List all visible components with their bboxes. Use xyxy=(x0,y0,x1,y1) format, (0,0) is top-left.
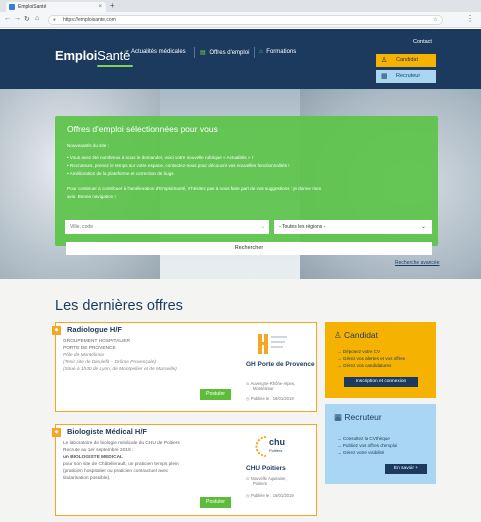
offer-text: titularisation possible). xyxy=(63,476,111,481)
tab-title: EmploiSanté xyxy=(18,4,47,10)
section-title: Les dernières offres xyxy=(55,298,183,314)
url-text: https://emploisante.com xyxy=(63,17,116,23)
close-tab-icon[interactable]: × xyxy=(98,2,102,12)
offer-text: PORTE DE PROVENCE xyxy=(63,346,116,351)
nav-divider xyxy=(254,47,255,58)
nav-actualites[interactable]: ⌂ Actualités médicales xyxy=(124,49,186,55)
building-icon: ▦ xyxy=(381,73,388,80)
recruteur-feature: → Gérez votre visibilité xyxy=(337,450,385,455)
hero-outro: avis. Bonne navigation ! xyxy=(67,194,116,199)
offer-text: (Tenir site de Dieulefit – Drôme Provenç… xyxy=(63,360,156,365)
browser-tab[interactable]: EmploiSanté × xyxy=(6,2,106,12)
plus-icon[interactable]: + xyxy=(110,1,115,10)
candidat-button[interactable]: ♙ Candidat xyxy=(376,54,436,67)
apply-button[interactable]: Postuler xyxy=(200,389,231,400)
candidat-feature: → Gérez vos candidatures xyxy=(337,363,392,368)
offer-text: Pôle de Montélimar xyxy=(63,353,105,358)
logo-underline xyxy=(97,65,133,67)
hero-bullet: • Vous avez été nombreux à nous le deman… xyxy=(67,155,253,160)
offer-title[interactable]: Biologiste Médical H/F xyxy=(67,427,147,436)
favicon-icon xyxy=(9,4,15,10)
company-logo: chu Poitiers xyxy=(246,433,298,460)
hero-outro: Pour continuer à contribuer à l'améliora… xyxy=(67,186,322,191)
nav-divider xyxy=(194,47,195,58)
building-icon: ▦ xyxy=(334,412,345,422)
recruteur-box-title: ▦ Recruteur xyxy=(334,412,382,422)
graduation-cap-icon: ⌂ xyxy=(259,49,263,55)
city-search-input[interactable] xyxy=(65,220,269,234)
company-name[interactable]: CHU Poitiers xyxy=(246,465,286,473)
offer-title[interactable]: Radiologue H/F xyxy=(67,325,122,334)
offer-card[interactable]: ◆ Radiologue H/F GROUPEMENT HOSPITALIER … xyxy=(52,322,317,412)
location-icon-row: ⊙ Nouvelle Aquitaine, Poitiers xyxy=(246,476,287,486)
user-icon: ♙ xyxy=(381,57,388,64)
lock-icon: ● xyxy=(53,17,57,23)
candidat-feature: → Gérez vos alertes et vos offres xyxy=(337,356,406,361)
recruteur-box: ▦ Recruteur → Consultez la CVthèque → Pu… xyxy=(325,404,436,484)
user-icon: ♙ xyxy=(334,330,344,340)
contact-link[interactable]: Contact xyxy=(413,39,432,45)
offer-text: un BIOLOGISTE MEDICAL xyxy=(63,455,123,460)
search-button[interactable]: Rechercher xyxy=(66,242,432,255)
offer-text: (Situé à 1h30 de Lyon, de Montpellier et… xyxy=(63,367,177,372)
hero-bullet: • Amélioration de la plateforme et corre… xyxy=(67,171,174,176)
home-icon[interactable]: ⌂ xyxy=(35,15,39,22)
hero-bullet: • Recruteurs, prenez le temps sur votre … xyxy=(67,163,290,168)
offer-card[interactable]: ◆ Biologiste Médical H/F Le laboratoire … xyxy=(52,424,317,516)
recruteur-feature: → Consultez la CVthèque xyxy=(337,436,390,441)
offer-text: Le laboratoire de biologie médicale du C… xyxy=(63,441,180,446)
apply-button[interactable]: Postuler xyxy=(200,497,231,508)
offer-badge-icon: ◆ xyxy=(52,326,61,335)
forward-icon[interactable]: → xyxy=(14,15,21,22)
hero-intro: Nouveautés du site : xyxy=(67,143,109,148)
posted-date: ◷ Publiée le : 16/01/2019 xyxy=(246,493,294,498)
back-icon[interactable]: ← xyxy=(4,15,11,22)
region-select[interactable]: - Toutes les régions - ⌄ xyxy=(274,220,432,234)
candidat-feature: → Déposez votre CV xyxy=(337,349,381,354)
offer-text: (praticien hospitalier ou praticien cont… xyxy=(63,469,169,474)
company-logo xyxy=(246,331,298,358)
list-icon: ▤ xyxy=(200,50,206,56)
offer-badge-icon: ◆ xyxy=(52,428,61,437)
advanced-search-link[interactable]: Recherche avancée xyxy=(395,260,439,266)
location-icon-row: ⊙ Auvergne-Rhône-Alpes, Montélimar xyxy=(246,381,296,391)
hero-title: Offres d'emploi sélectionnées pour vous xyxy=(67,124,218,134)
recruteur-feature: → Publiez vos offres d'emploi xyxy=(337,443,398,448)
url-input[interactable]: ● https://emploisante.com ☆ xyxy=(48,15,443,25)
offer-text: pour son site de Châtellerault, un prati… xyxy=(63,462,179,467)
candidat-box-title: ♙ Candidat xyxy=(334,330,379,340)
site-header: EmploiSanté ⌂ Actualités médicales ▤ Off… xyxy=(0,29,481,89)
learn-more-button[interactable]: En savoir + xyxy=(385,464,427,474)
reload-icon[interactable]: ↻ xyxy=(24,15,30,23)
signup-login-button[interactable]: Inscription et connexion xyxy=(344,377,418,387)
offer-text: GROUPEMENT HOSPITALIER xyxy=(63,339,130,344)
recruteur-button[interactable]: ▦ Recruteur xyxy=(376,70,436,83)
company-name[interactable]: GH Porte de Provence xyxy=(246,361,315,369)
chevron-down-icon: ⌄ xyxy=(261,224,266,230)
address-bar-row: ← → ↻ ⌂ ● https://emploisante.com ☆ ⋮ xyxy=(0,12,481,28)
home-icon: ⌂ xyxy=(124,49,128,55)
posted-date: ◷ Publiée le : 16/01/2019 xyxy=(246,396,294,401)
browser-menu-icon[interactable]: ⋮ xyxy=(466,14,474,23)
star-icon[interactable]: ☆ xyxy=(433,16,438,25)
hero-panel: Offres d'emploi sélectionnées pour vous … xyxy=(55,116,438,246)
chevron-down-icon: ⌄ xyxy=(420,224,426,230)
candidat-box: ♙ Candidat → Déposez votre CV → Gérez vo… xyxy=(325,322,436,398)
browser-tab-bar: EmploiSanté × + xyxy=(0,0,481,12)
nav-formations[interactable]: ⌂ Formations xyxy=(259,49,296,55)
site-logo[interactable]: EmploiSanté xyxy=(55,48,130,63)
nav-offres[interactable]: ▤ Offres d'emploi xyxy=(200,49,249,56)
offer-text: Recrute au 1er septembre 2019 : xyxy=(63,448,134,453)
